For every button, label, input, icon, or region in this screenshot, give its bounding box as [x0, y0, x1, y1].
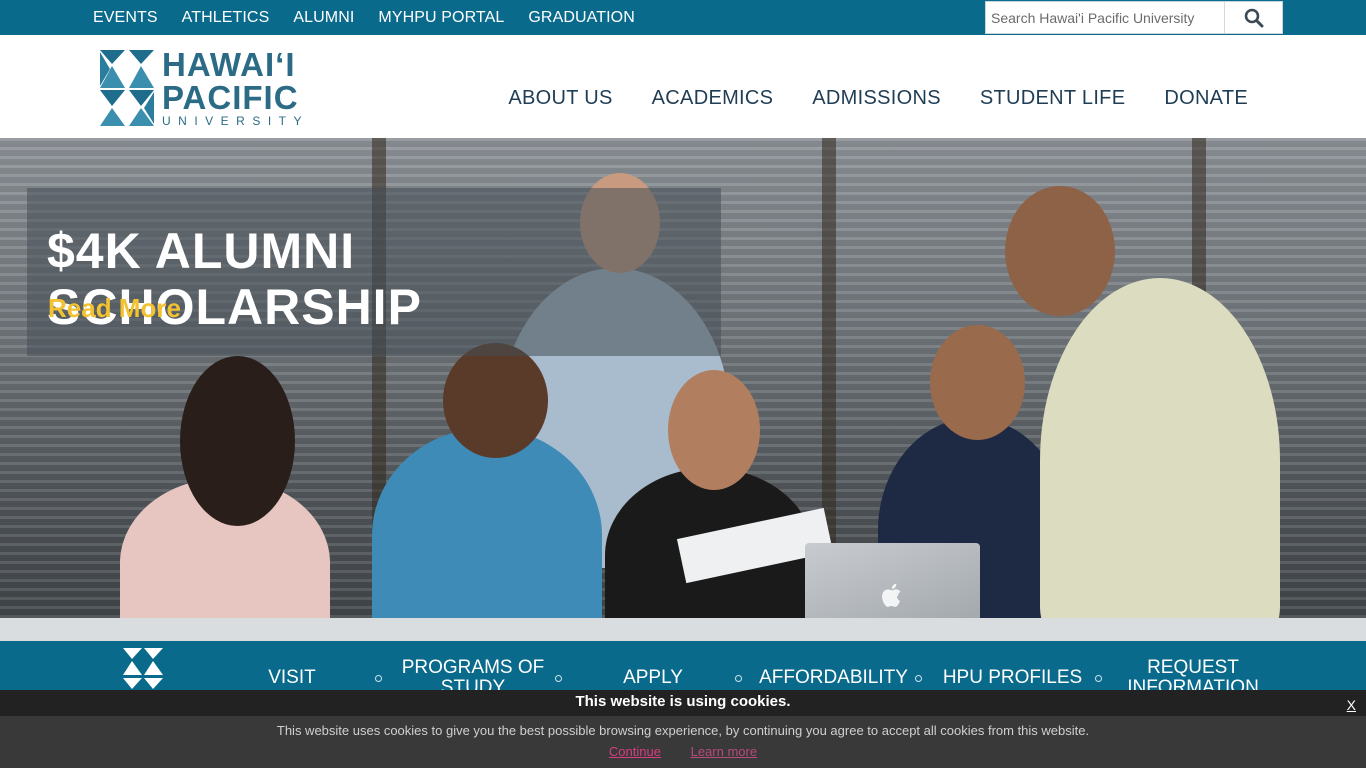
- hero-photo-person-head: [180, 356, 295, 526]
- main-nav-about-us[interactable]: ABOUT US: [508, 87, 612, 110]
- separator-dot-icon: [915, 675, 922, 682]
- cookie-title-text: This website is using cookies.: [575, 693, 791, 710]
- utility-link-athletics[interactable]: ATHLETICS: [182, 9, 270, 27]
- logo-line-pacific: PACIFIC: [162, 79, 299, 116]
- logo-line-hawaii: HAWAIʻI: [162, 46, 296, 83]
- cookie-title: This website is using cookies.: [0, 690, 1366, 716]
- cookie-learn-more-link[interactable]: Learn more: [691, 744, 757, 759]
- hero-photo-person: [372, 428, 602, 641]
- quick-link-apply[interactable]: APPLY: [593, 668, 713, 688]
- separator-dot-icon: [1095, 675, 1102, 682]
- utility-link-graduation[interactable]: GRADUATION: [528, 9, 634, 27]
- hero-banner: $4K ALUMNI SCHOLARSHIP Read More: [0, 138, 1366, 641]
- main-nav: ABOUT US ACADEMICS ADMISSIONS STUDENT LI…: [469, 87, 1248, 110]
- main-nav-academics[interactable]: ACADEMICS: [652, 87, 774, 110]
- site-header: HAWAIʻI PACIFIC UNIVERSITY ABOUT US ACAD…: [0, 35, 1366, 138]
- utility-bar: EVENTS ATHLETICS ALUMNI MYHPU PORTAL GRA…: [0, 0, 1366, 35]
- hero-read-more-link[interactable]: Read More: [48, 293, 181, 324]
- hero-photo-person-head: [668, 370, 760, 490]
- search-icon: [1244, 8, 1263, 27]
- cookie-actions: Continue Learn more: [0, 744, 1366, 759]
- quick-link-affordability[interactable]: AFFORDABILITY: [755, 668, 912, 688]
- search-button[interactable]: [1224, 2, 1282, 33]
- utility-nav: EVENTS ATHLETICS ALUMNI MYHPU PORTAL GRA…: [93, 0, 659, 35]
- logo-line-university: UNIVERSITY: [162, 114, 310, 128]
- utility-link-myhpu-portal[interactable]: MYHPU PORTAL: [378, 9, 504, 27]
- utility-link-alumni[interactable]: ALUMNI: [293, 9, 354, 27]
- separator-dot-icon: [375, 675, 382, 682]
- separator-dot-icon: [735, 675, 742, 682]
- hero-photo-window-frame: [822, 138, 836, 558]
- hpu-logo-mark-icon: [98, 48, 156, 128]
- apple-logo-icon: [882, 583, 901, 607]
- hero-caption: $4K ALUMNI SCHOLARSHIP Read More: [27, 188, 721, 356]
- quick-link-visit[interactable]: VISIT: [232, 668, 352, 688]
- main-nav-donate[interactable]: DONATE: [1164, 87, 1248, 110]
- hero-photo-person-head: [1005, 186, 1115, 316]
- quick-link-hpu-profiles[interactable]: HPU PROFILES: [940, 668, 1085, 688]
- hero-photo-person: [1040, 278, 1280, 641]
- logo-wordmark: HAWAIʻI PACIFIC UNIVERSITY: [162, 48, 309, 128]
- search-input[interactable]: [986, 2, 1224, 33]
- cookie-continue-link[interactable]: Continue: [609, 744, 661, 759]
- cookie-close-button[interactable]: X: [1347, 697, 1356, 713]
- hero-photo-person-head: [443, 343, 548, 458]
- main-nav-admissions[interactable]: ADMISSIONS: [812, 87, 941, 110]
- hpu-logo[interactable]: HAWAIʻI PACIFIC UNIVERSITY: [98, 48, 328, 128]
- cookie-banner: This website is using cookies. X This we…: [0, 690, 1366, 768]
- utility-link-events[interactable]: EVENTS: [93, 9, 158, 27]
- main-nav-student-life[interactable]: STUDENT LIFE: [980, 87, 1125, 110]
- hero-photo-table: [0, 618, 1366, 641]
- search-box: [985, 1, 1283, 34]
- hero-photo-person-head: [930, 325, 1025, 440]
- cookie-message: This website uses cookies to give you th…: [276, 723, 1090, 738]
- separator-dot-icon: [555, 675, 562, 682]
